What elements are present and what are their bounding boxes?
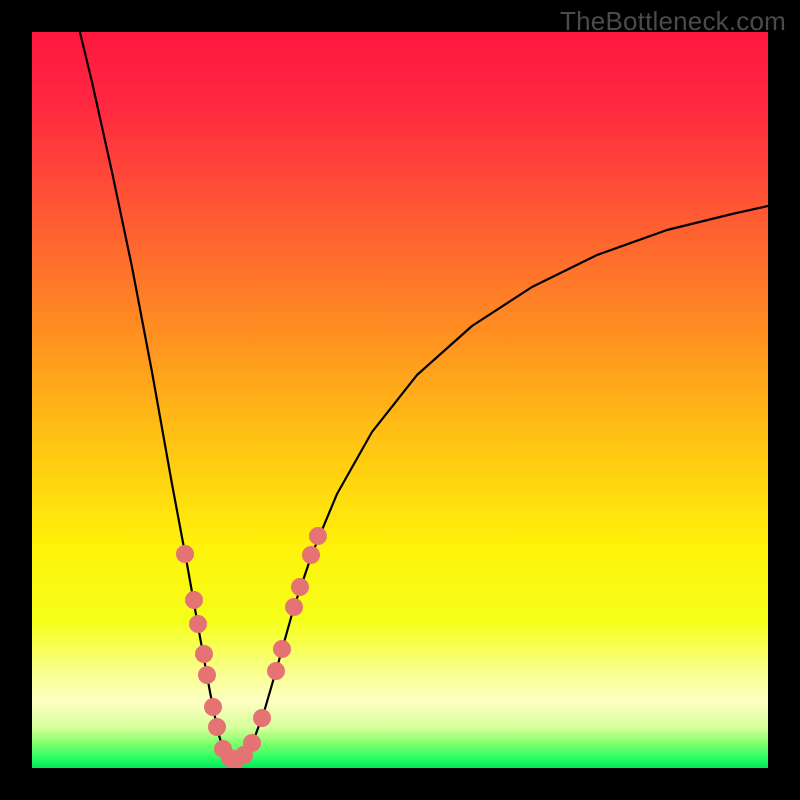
curve-marker <box>309 527 327 545</box>
curve-marker <box>176 545 194 563</box>
curve-svg <box>32 32 768 768</box>
chart-frame: TheBottleneck.com <box>0 0 800 800</box>
marker-group <box>176 527 327 768</box>
bottleneck-curve <box>77 32 768 760</box>
plot-area <box>32 32 768 768</box>
curve-marker <box>204 698 222 716</box>
curve-marker <box>302 546 320 564</box>
curve-marker <box>291 578 309 596</box>
watermark-label: TheBottleneck.com <box>560 6 786 37</box>
curve-marker <box>195 645 213 663</box>
curve-marker <box>273 640 291 658</box>
curve-marker <box>267 662 285 680</box>
curve-marker <box>253 709 271 727</box>
curve-marker <box>208 718 226 736</box>
curve-marker <box>243 734 261 752</box>
curve-marker <box>198 666 216 684</box>
curve-marker <box>185 591 203 609</box>
curve-marker <box>189 615 207 633</box>
curve-marker <box>285 598 303 616</box>
